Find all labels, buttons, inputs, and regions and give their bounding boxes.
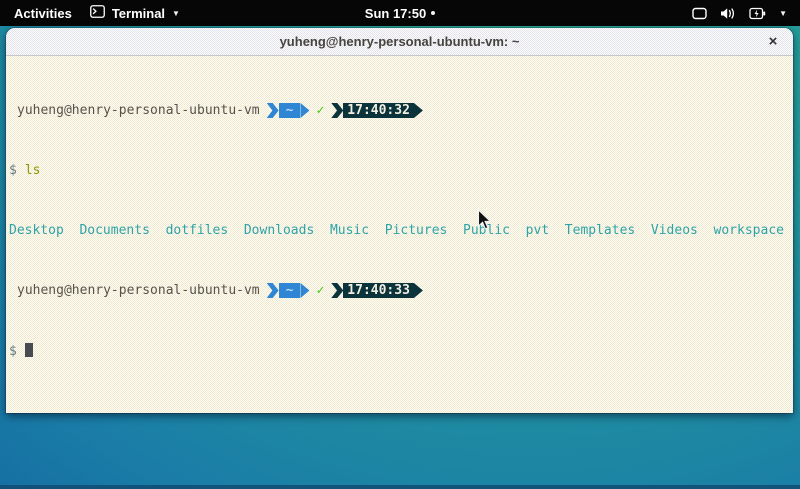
volume-icon [720, 7, 736, 20]
directory-entry: dotfiles [166, 223, 229, 238]
prompt-dollar: $ [9, 163, 17, 178]
terminal-window: yuheng@henry-personal-ubuntu-vm: ~ × yuh… [6, 28, 793, 413]
prompt-path-segment: ~ [279, 283, 301, 298]
close-icon[interactable]: × [759, 28, 787, 55]
app-menu-label: Terminal [112, 6, 165, 21]
app-menu-terminal[interactable]: Terminal ▼ [90, 5, 180, 21]
directory-entry: Downloads [244, 223, 314, 238]
powerline-arrow-icon [414, 283, 423, 298]
clock[interactable]: Sun 17:50 [365, 6, 426, 21]
prompt-line: yuheng@henry-personal-ubuntu-vm ~ ✓ 17:4… [9, 103, 791, 118]
directory-entry: Music [330, 223, 369, 238]
status-check-icon: ✓ [316, 283, 324, 298]
prompt-path-segment: ~ [279, 103, 301, 118]
directory-entry: Videos [651, 223, 698, 238]
powerline-chevron-icon [267, 103, 279, 118]
battery-charging-icon [749, 7, 766, 20]
powerline-chevron-icon [331, 103, 343, 118]
screen-icon [692, 7, 707, 20]
prompt-time-segment: 17:40:32 [343, 103, 414, 118]
prompt-time-segment: 17:40:33 [343, 283, 414, 298]
terminal-screen[interactable]: yuheng@henry-personal-ubuntu-vm ~ ✓ 17:4… [6, 56, 793, 413]
chevron-down-icon[interactable]: ▼ [779, 10, 787, 18]
directory-entry: Documents [79, 223, 149, 238]
directory-entry: Desktop [9, 223, 64, 238]
activities-button[interactable]: Activities [14, 6, 72, 21]
system-tray[interactable]: ▼ [692, 7, 800, 20]
chevron-down-icon: ▼ [172, 10, 180, 18]
powerline-arrow-icon [414, 103, 423, 118]
terminal-cursor [25, 343, 33, 357]
window-titlebar[interactable]: yuheng@henry-personal-ubuntu-vm: ~ × [6, 28, 793, 56]
powerline-arrow-icon [300, 283, 309, 298]
prompt-dollar: $ [9, 344, 17, 359]
top-bar: Activities Terminal ▼ Sun 17:50 [0, 0, 800, 26]
input-line: $ [9, 343, 791, 358]
prompt-user-host: yuheng@henry-personal-ubuntu-vm [17, 103, 260, 118]
terminal-app-icon [90, 5, 105, 21]
window-title: yuheng@henry-personal-ubuntu-vm: ~ [280, 34, 520, 49]
typed-command: ls [25, 163, 41, 178]
prompt-user-host: yuheng@henry-personal-ubuntu-vm [17, 283, 260, 298]
directory-entry: Templates [565, 223, 635, 238]
directory-entry: workspace [714, 223, 784, 238]
powerline-arrow-icon [300, 103, 309, 118]
directory-entry: pvt [526, 223, 549, 238]
prompt-line: yuheng@henry-personal-ubuntu-vm ~ ✓ 17:4… [9, 283, 791, 298]
powerline-chevron-icon [267, 283, 279, 298]
ls-output-row: Desktop Documents dotfiles Downloads Mus… [9, 223, 791, 238]
notification-dot [431, 11, 435, 15]
powerline-chevron-icon [331, 283, 343, 298]
status-check-icon: ✓ [316, 103, 324, 118]
command-line: $ ls [9, 163, 791, 178]
directory-entry: Pictures [385, 223, 448, 238]
directory-entry: Public [463, 223, 510, 238]
